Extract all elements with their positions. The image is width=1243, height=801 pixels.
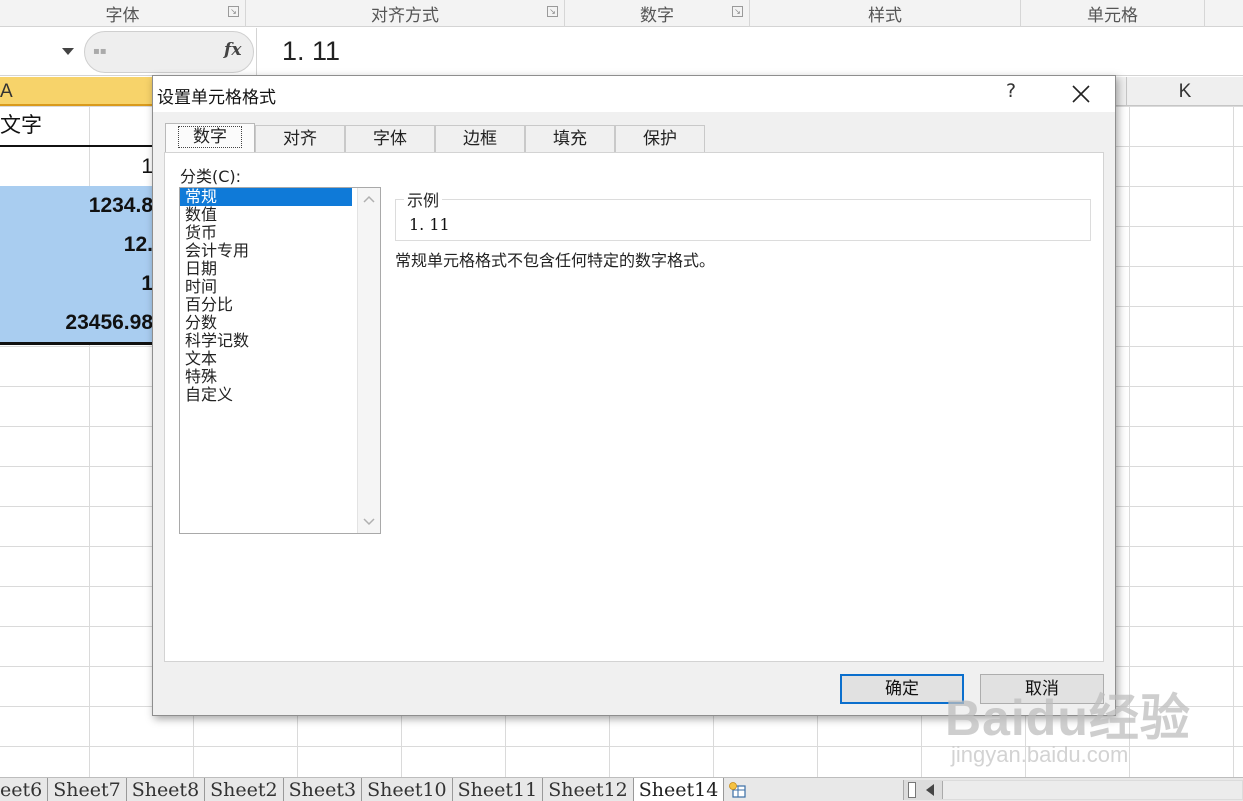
ribbon-group-alignment-label: 对齐方式	[371, 6, 439, 26]
category-item-general[interactable]: 常规	[180, 188, 352, 206]
formula-bar: ▪▪ fx 1. 11	[0, 28, 1243, 76]
tab-split-handle[interactable]	[908, 782, 916, 798]
category-item-text[interactable]: 文本	[180, 350, 352, 368]
sheet-tab[interactable]: Sheet12	[543, 778, 634, 801]
tab-number[interactable]: 数字	[165, 123, 255, 153]
scroll-up-icon[interactable]	[363, 194, 375, 206]
number-tab-panel: 分类(C): 常规 数值 货币 会计专用 日期 时间 百分比 分数 科学记数 文…	[164, 152, 1104, 662]
sheet-tab[interactable]: Sheet2	[205, 778, 284, 801]
category-item-percentage[interactable]: 百分比	[180, 296, 352, 314]
format-description: 常规单元格格式不包含任何特定的数字格式。	[395, 251, 716, 270]
category-item-time[interactable]: 时间	[180, 278, 352, 296]
sheet-tab[interactable]: eet6	[0, 778, 49, 801]
sheet-tab[interactable]: Sheet10	[362, 778, 453, 801]
scroll-down-icon[interactable]	[363, 515, 375, 527]
help-button[interactable]: ?	[999, 80, 1023, 108]
category-item-currency[interactable]: 货币	[180, 224, 352, 242]
sample-label: 示例	[404, 187, 443, 211]
category-item-special[interactable]: 特殊	[180, 368, 352, 386]
sheet-tabs: eet6 Sheet7 Sheet8 Sheet2 Sheet3 Sheet10…	[0, 778, 752, 801]
sheet-tab-active[interactable]: Sheet14	[633, 778, 725, 801]
column-header-k[interactable]: K	[1126, 77, 1243, 106]
tab-alignment[interactable]: 对齐	[255, 125, 345, 153]
ribbon-group-number: 数字 ↘	[565, 0, 750, 27]
category-item-date[interactable]: 日期	[180, 260, 352, 278]
tab-protection[interactable]: 保护	[615, 125, 705, 153]
ribbon-group-font-label: 字体	[105, 6, 140, 26]
category-item-scientific[interactable]: 科学记数	[180, 332, 352, 350]
sheet-tab[interactable]: Sheet3	[284, 778, 363, 801]
ribbon-group-styles: 样式	[750, 0, 1021, 27]
formula-buttons: ▪▪ fx	[84, 31, 254, 73]
ok-button[interactable]: 确定	[840, 674, 964, 704]
dialog-launcher-icon[interactable]: ↘	[732, 6, 743, 17]
ribbon-group-cells: 单元格	[1021, 0, 1205, 27]
formula-input[interactable]: 1. 11	[282, 36, 340, 67]
category-item-fraction[interactable]: 分数	[180, 314, 352, 332]
tab-font[interactable]: 字体	[345, 125, 435, 153]
category-item-number[interactable]: 数值	[180, 206, 352, 224]
insert-function-button[interactable]: fx	[224, 40, 241, 60]
category-list[interactable]: 常规 数值 货币 会计专用 日期 时间 百分比 分数 科学记数 文本 特殊 自定…	[179, 187, 381, 534]
cancel-button[interactable]: 取消	[980, 674, 1104, 704]
sheet-tab[interactable]: Sheet11	[453, 778, 544, 801]
category-list-scrollbar[interactable]	[357, 188, 380, 533]
ribbon-group-number-label: 数字	[640, 6, 674, 26]
category-item-accounting[interactable]: 会计专用	[180, 242, 352, 260]
sheet-tab-bar: eet6 Sheet7 Sheet8 Sheet2 Sheet3 Sheet10…	[0, 777, 1243, 801]
sample-group	[395, 199, 1091, 241]
scroll-left-icon[interactable]	[926, 784, 934, 796]
format-cells-dialog: 设置单元格格式 ? 数字 对齐 字体 边框 填充 保护 分类(C): 常规 数值…	[152, 75, 1116, 716]
ribbon-group-labels: 字体 ↘ 对齐方式 ↘ 数字 ↘ 样式 单元格	[0, 0, 1243, 27]
name-box-dropdown-icon[interactable]	[62, 48, 74, 55]
horizontal-scrollbar[interactable]	[903, 780, 1243, 800]
ribbon-group-font: 字体 ↘	[0, 0, 246, 27]
close-button[interactable]	[1065, 80, 1097, 108]
close-icon	[1072, 85, 1090, 103]
tab-number-label: 数字	[178, 126, 242, 148]
dialog-title: 设置单元格格式	[157, 88, 276, 108]
ribbon-group-cells-label: 单元格	[1087, 6, 1138, 26]
dialog-tabs: 数字 对齐 字体 边框 填充 保护	[165, 123, 705, 153]
resize-handle-icon[interactable]: ▪▪	[93, 46, 107, 57]
sheet-tab[interactable]: Sheet8	[127, 778, 206, 801]
ribbon-group-styles-label: 样式	[868, 6, 902, 26]
tab-fill[interactable]: 填充	[525, 125, 615, 153]
ribbon-group-alignment: 对齐方式 ↘	[246, 0, 565, 27]
category-label: 分类(C):	[180, 167, 242, 186]
sample-value: 1. 11	[409, 215, 450, 234]
tab-border[interactable]: 边框	[435, 125, 525, 153]
dialog-launcher-icon[interactable]: ↘	[547, 6, 558, 17]
scrollbar-track[interactable]	[942, 781, 1242, 799]
divider	[256, 28, 257, 76]
category-item-custom[interactable]: 自定义	[180, 386, 352, 404]
sheet-tab[interactable]: Sheet7	[48, 778, 127, 801]
dialog-titlebar[interactable]: 设置单元格格式 ?	[153, 76, 1115, 112]
dialog-launcher-icon[interactable]: ↘	[228, 6, 239, 17]
insert-sheet-icon[interactable]	[724, 778, 752, 801]
